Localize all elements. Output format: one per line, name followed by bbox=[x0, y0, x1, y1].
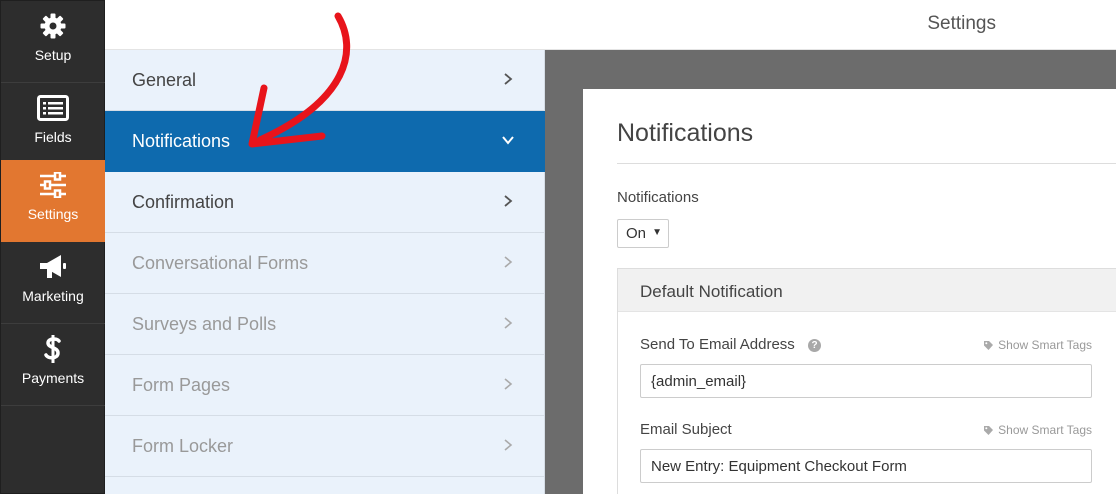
top-header: Settings bbox=[105, 0, 1116, 50]
panel-form-pages[interactable]: Form Pages bbox=[105, 355, 545, 416]
nav-marketing[interactable]: Marketing bbox=[1, 242, 105, 324]
nav-setup-label: Setup bbox=[34, 47, 72, 63]
page-title: Settings bbox=[927, 13, 996, 34]
notifications-toggle-value: On bbox=[626, 225, 647, 242]
panel-notifications[interactable]: Notifications bbox=[105, 111, 545, 172]
chevron-right-icon bbox=[504, 73, 513, 85]
heading-divider bbox=[617, 163, 1116, 164]
fields-icon bbox=[1, 93, 105, 123]
panel-surveys-and-polls[interactable]: Surveys and Polls bbox=[105, 294, 545, 355]
nav-setup[interactable]: Setup bbox=[1, 1, 105, 83]
panel-general[interactable]: General bbox=[105, 50, 545, 111]
panel-conversational-forms[interactable]: Conversational Forms bbox=[105, 233, 545, 294]
panel-form-locker[interactable]: Form Locker bbox=[105, 416, 545, 477]
default-notification-header[interactable]: Default Notification bbox=[618, 269, 1116, 312]
send-to-email-input[interactable]: {admin_email} bbox=[640, 364, 1092, 398]
tag-icon bbox=[984, 425, 994, 435]
show-smart-tags-label: Show Smart Tags bbox=[998, 423, 1092, 437]
nav-marketing-label: Marketing bbox=[22, 288, 84, 304]
notifications-toggle-label: Notifications bbox=[617, 189, 699, 206]
nav-payments[interactable]: Payments bbox=[1, 324, 105, 406]
dollar-icon bbox=[1, 334, 105, 364]
panel-surveys-and-polls-label: Surveys and Polls bbox=[132, 314, 277, 334]
chevron-right-icon bbox=[504, 439, 513, 451]
panel-confirmation-label: Confirmation bbox=[132, 192, 235, 212]
chevron-right-icon bbox=[504, 256, 513, 268]
help-icon[interactable]: ? bbox=[808, 339, 821, 352]
nav-settings[interactable]: Settings bbox=[1, 160, 105, 242]
notifications-toggle-select[interactable]: On ▼ bbox=[617, 219, 669, 248]
notifications-card: Notifications Notifications On ▼ Default… bbox=[583, 89, 1116, 494]
panel-form-locker-label: Form Locker bbox=[132, 436, 234, 456]
panel-form-pages-label: Form Pages bbox=[132, 375, 231, 395]
email-subject-label: Email Subject bbox=[640, 421, 732, 438]
nav-fields[interactable]: Fields bbox=[1, 83, 105, 165]
default-notification-panel: Default Notification Send To Email Addre… bbox=[617, 268, 1116, 494]
show-smart-tags-link[interactable]: Show Smart Tags bbox=[983, 338, 1092, 352]
megaphone-icon bbox=[1, 252, 105, 282]
chevron-down-icon bbox=[502, 136, 514, 145]
nav-payments-label: Payments bbox=[21, 370, 85, 386]
chevron-right-icon bbox=[504, 195, 513, 207]
nav-fields-label: Fields bbox=[34, 129, 72, 145]
notifications-heading: Notifications bbox=[617, 119, 754, 147]
tag-icon bbox=[984, 340, 994, 350]
nav-settings-label: Settings bbox=[27, 206, 79, 222]
caret-down-icon: ▼ bbox=[652, 227, 662, 238]
panel-notifications-label: Notifications bbox=[132, 131, 231, 151]
default-notification-title: Default Notification bbox=[640, 282, 783, 301]
panel-general-label: General bbox=[132, 70, 197, 90]
email-subject-input[interactable]: New Entry: Equipment Checkout Form bbox=[640, 449, 1092, 483]
show-smart-tags-label: Show Smart Tags bbox=[998, 338, 1092, 352]
panel-confirmation[interactable]: Confirmation bbox=[105, 172, 545, 233]
chevron-right-icon bbox=[504, 317, 513, 329]
chevron-right-icon bbox=[504, 378, 513, 390]
show-smart-tags-link[interactable]: Show Smart Tags bbox=[983, 423, 1092, 437]
panel-conversational-forms-label: Conversational Forms bbox=[132, 253, 309, 273]
settings-panel-list: General Notifications Confirmation Conve… bbox=[105, 50, 545, 494]
gear-icon bbox=[1, 11, 105, 41]
send-to-label: Send To Email Address bbox=[640, 336, 795, 353]
builder-sidebar: Setup Fields Settings Marketing Payments bbox=[0, 0, 105, 494]
sliders-icon bbox=[1, 170, 105, 200]
